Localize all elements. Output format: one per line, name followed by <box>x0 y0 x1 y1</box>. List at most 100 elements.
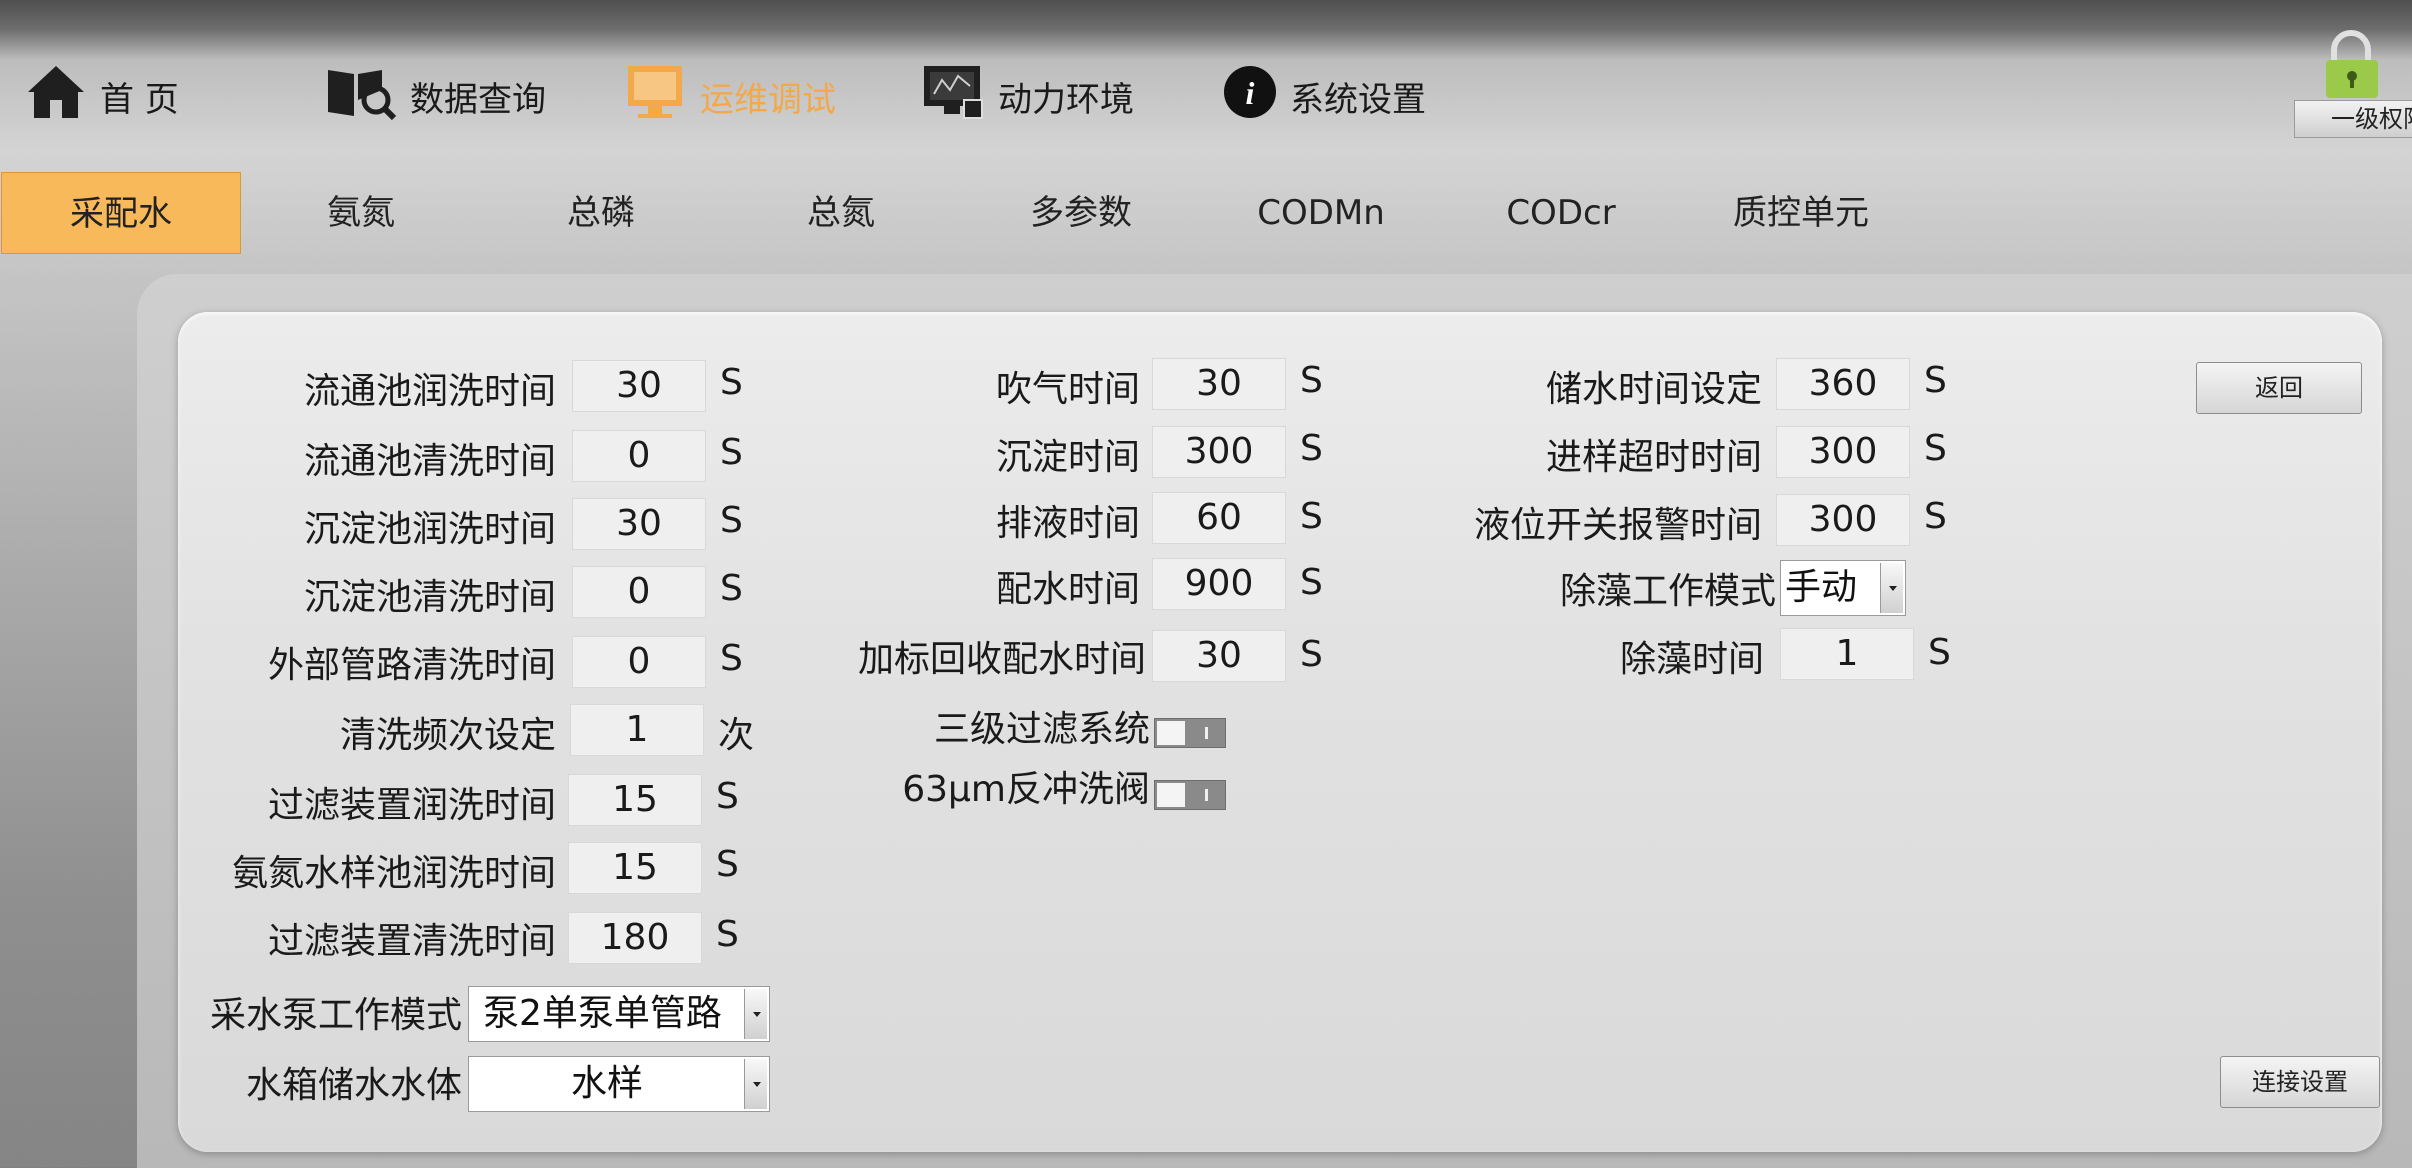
tab-codmn[interactable]: CODMn <box>1201 172 1441 254</box>
nav-system-settings[interactable]: i 系统设置 <box>1222 54 1426 138</box>
field-unit: S <box>716 776 739 817</box>
field-input[interactable]: 60 <box>1152 492 1286 544</box>
permission-widget[interactable]: 一级权限 <box>2294 30 2412 138</box>
data-search-icon <box>324 60 398 133</box>
field-input[interactable]: 1 <box>570 704 704 756</box>
field-unit: S <box>1300 428 1323 469</box>
info-icon: i <box>1222 64 1278 129</box>
power-monitor-icon <box>922 60 986 133</box>
field-label: 加标回收配水时间 <box>857 639 1146 680</box>
field-input[interactable]: 15 <box>568 842 702 894</box>
toggle-label: 三级过滤系统 <box>933 709 1150 750</box>
field-input[interactable]: 300 <box>1152 426 1286 478</box>
field-label: 排液时间 <box>995 503 1140 544</box>
field-label: 流通池润洗时间 <box>303 371 556 412</box>
field-unit: S <box>1924 428 1947 469</box>
field-unit: S <box>1928 632 1951 673</box>
nav-maintenance[interactable]: 运维调试 <box>624 54 836 138</box>
field-unit: S <box>716 914 739 955</box>
field-label: 配水时间 <box>995 569 1140 610</box>
nav-maintenance-label: 运维调试 <box>700 79 836 120</box>
pump-mode-select[interactable]: 泵2单泵单管路 <box>468 986 770 1042</box>
toggle-label: 63μm反冲洗阀 <box>902 769 1150 810</box>
field-unit: S <box>720 568 743 609</box>
field-input[interactable]: 180 <box>568 912 702 964</box>
chevron-down-icon <box>1880 563 1903 613</box>
field-input[interactable]: 360 <box>1776 358 1910 410</box>
chevron-down-icon <box>744 989 767 1039</box>
field-label: 沉淀时间 <box>995 437 1140 478</box>
nav-power-env-label: 动力环境 <box>998 79 1134 120</box>
tab-total-phosphorus[interactable]: 总磷 <box>481 172 721 254</box>
chevron-down-icon <box>744 1059 767 1109</box>
algae-mode-select[interactable]: 手动 <box>1780 560 1906 616</box>
field-label: 储水时间设定 <box>1545 369 1762 410</box>
nav-home[interactable]: 首 页 <box>24 54 179 138</box>
select-value: 泵2单泵单管路 <box>483 993 722 1034</box>
field-unit: S <box>716 844 739 885</box>
tank-water-select[interactable]: 水样 <box>468 1056 770 1112</box>
field-input[interactable]: 15 <box>568 774 702 826</box>
nav-power-env[interactable]: 动力环境 <box>922 54 1134 138</box>
select-value: 水样 <box>570 1063 643 1104</box>
field-label: 氨氮水样池润洗时间 <box>231 853 556 894</box>
field-input[interactable]: 30 <box>1152 630 1286 682</box>
field-label: 清洗频次设定 <box>339 715 556 756</box>
field-unit: S <box>720 638 743 679</box>
backwash-valve-toggle[interactable] <box>1154 780 1226 810</box>
field-label: 过滤装置润洗时间 <box>267 785 556 826</box>
field-input[interactable]: 900 <box>1152 558 1286 610</box>
field-input[interactable]: 0 <box>572 566 706 618</box>
sub-tabs: 采配水 氨氮 总磷 总氮 多参数 CODMn CODcr 质控单元 <box>0 172 2412 254</box>
nav-data-query-label: 数据查询 <box>410 79 546 120</box>
tab-multi-param[interactable]: 多参数 <box>961 172 1201 254</box>
field-input[interactable]: 1 <box>1780 628 1914 680</box>
field-label: 进样超时时间 <box>1545 437 1762 478</box>
field-label: 液位开关报警时间 <box>1473 505 1762 546</box>
svg-text:i: i <box>1246 75 1255 111</box>
toggle-knob <box>1157 721 1185 745</box>
back-button[interactable]: 返回 <box>2196 362 2362 414</box>
tab-ammonia[interactable]: 氨氮 <box>241 172 481 254</box>
nav-data-query[interactable]: 数据查询 <box>324 54 546 138</box>
field-label: 流通池清洗时间 <box>303 441 556 482</box>
select-value: 手动 <box>1785 567 1858 608</box>
tab-codcr[interactable]: CODcr <box>1441 172 1681 254</box>
three-stage-filter-toggle[interactable] <box>1154 718 1226 748</box>
field-unit: S <box>1300 360 1323 401</box>
field-label: 外部管路清洗时间 <box>267 645 556 686</box>
field-label: 沉淀池润洗时间 <box>303 509 556 550</box>
field-input[interactable]: 30 <box>572 498 706 550</box>
field-unit: S <box>720 500 743 541</box>
field-input[interactable]: 30 <box>1152 358 1286 410</box>
tab-water-sampling[interactable]: 采配水 <box>1 172 241 254</box>
permission-label: 一级权限 <box>2294 100 2412 138</box>
maintenance-monitor-icon <box>624 60 688 133</box>
field-label: 过滤装置清洗时间 <box>267 921 556 962</box>
field-label: 吹气时间 <box>995 369 1140 410</box>
field-unit: S <box>1300 634 1323 675</box>
title-strip <box>0 0 2412 28</box>
home-icon <box>24 60 88 133</box>
field-unit: S <box>720 432 743 473</box>
field-label: 沉淀池清洗时间 <box>303 577 556 618</box>
field-input[interactable]: 0 <box>572 430 706 482</box>
toggle-mark <box>1205 789 1208 801</box>
field-unit: S <box>720 362 743 403</box>
select-label: 采水泵工作模式 <box>209 995 462 1036</box>
nav-system-settings-label: 系统设置 <box>1290 79 1426 120</box>
field-input[interactable]: 300 <box>1776 426 1910 478</box>
main-nav: 首 页 数据查询 运维调试 动力环境 i 系统设置 <box>0 30 2412 150</box>
toggle-mark <box>1205 727 1208 739</box>
lock-icon <box>2316 30 2386 104</box>
field-unit: S <box>1300 562 1323 603</box>
connection-settings-button[interactable]: 连接设置 <box>2220 1056 2380 1108</box>
select-label: 除藻工作模式 <box>1559 571 1776 612</box>
tab-total-nitrogen[interactable]: 总氮 <box>721 172 961 254</box>
nav-home-label: 首 页 <box>100 79 179 120</box>
tab-qc-unit[interactable]: 质控单元 <box>1681 172 1921 254</box>
field-input[interactable]: 30 <box>572 360 706 412</box>
field-input[interactable]: 300 <box>1776 494 1910 546</box>
field-input[interactable]: 0 <box>572 636 706 688</box>
field-unit: 次 <box>718 715 755 756</box>
